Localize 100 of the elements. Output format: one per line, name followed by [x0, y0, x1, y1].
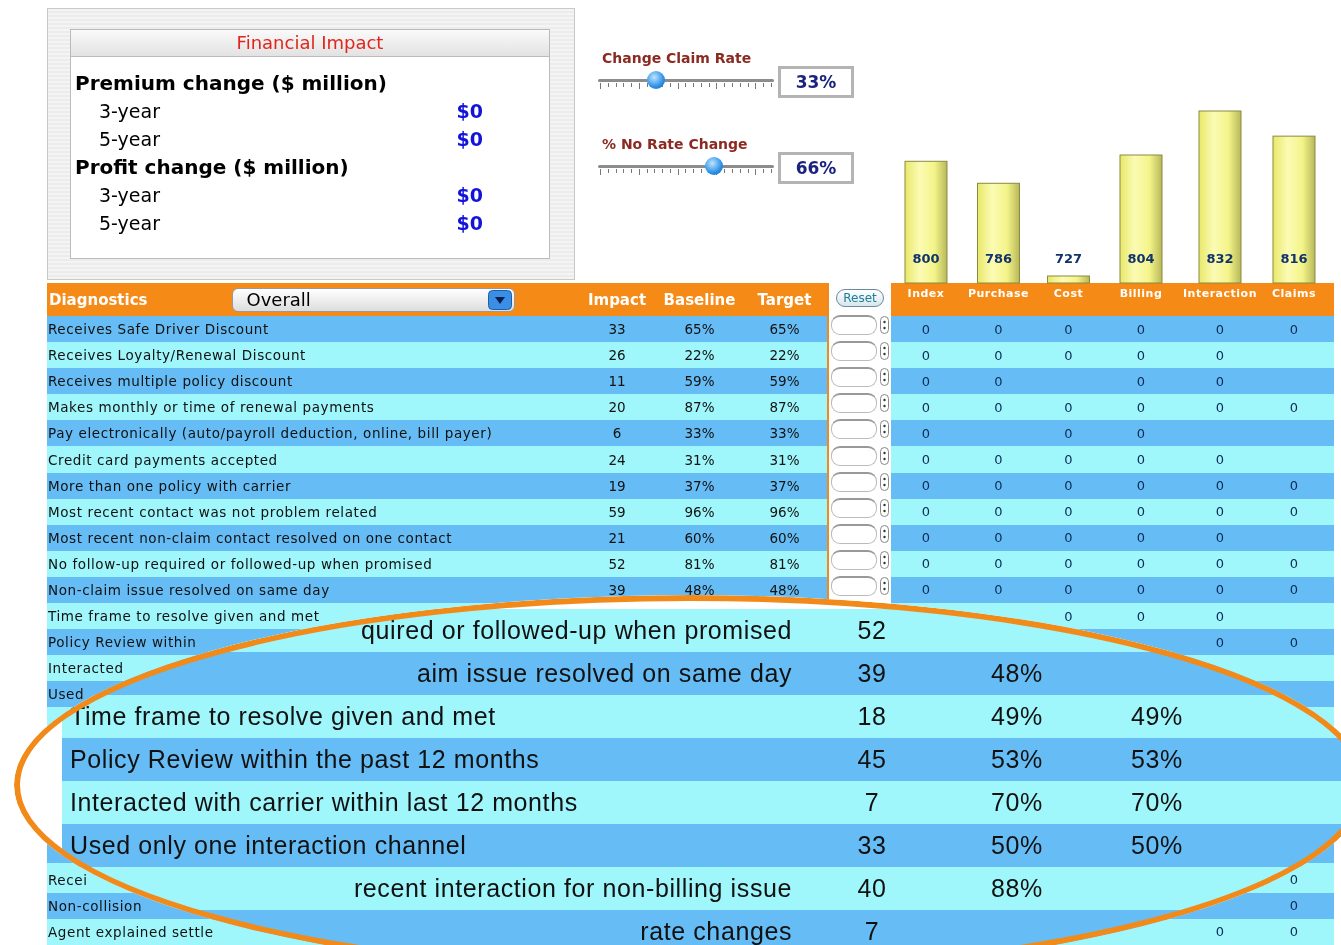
row-label: recent interaction for non-billing issue	[353, 874, 792, 902]
baseline-cell: 49%	[991, 702, 1043, 730]
row-label: Non-collision	[47, 897, 143, 914]
score-cell: 0	[1289, 924, 1299, 940]
score-cell: 0	[1289, 399, 1299, 415]
row-label: Used only one interaction channel	[70, 831, 467, 859]
column-header: Diagnostics	[49, 290, 148, 309]
row-label: Most recent non-claim contact resolved on one contact	[47, 529, 453, 546]
baseline-cell-text: 22%	[683, 347, 716, 364]
stepper-icon[interactable]	[880, 472, 889, 491]
baseline-cell: 53%	[991, 745, 1043, 773]
reset-button[interactable]: Reset	[836, 289, 884, 307]
target-cell-text: 33%	[768, 425, 801, 442]
target-cell-text: 59%	[768, 373, 801, 390]
row-label: Policy Review within the past 12 months	[70, 745, 540, 773]
score-cell: 0	[1064, 321, 1073, 337]
impact-cell-text: 52	[607, 555, 627, 572]
impact-cell: 7	[864, 788, 880, 816]
stepper-icon[interactable]	[880, 550, 889, 569]
score-cell: 0	[1064, 452, 1073, 467]
stepper-icon[interactable]	[880, 524, 889, 543]
row-label: Agent explained settle	[47, 923, 214, 940]
bar-value: 832	[1206, 251, 1234, 266]
impact-cell-text: 26	[607, 347, 627, 364]
value-input[interactable]	[831, 393, 877, 414]
value-input[interactable]	[831, 419, 877, 440]
row-label: aim issue resolved on same day	[416, 659, 792, 687]
baseline-cell-text: 60%	[683, 529, 716, 546]
slider-value: 66%	[778, 152, 854, 184]
impact-cell-text: 20	[607, 399, 627, 416]
segment-dropdown[interactable]: Overall	[231, 287, 515, 312]
row-label: rate changes	[640, 917, 792, 945]
row-label: Policy Review within	[47, 634, 197, 651]
bar-value: 800	[912, 251, 940, 266]
row-label: Interacted with carrier within last 12 months	[70, 788, 578, 816]
column-header: Cost	[1053, 287, 1084, 300]
value-input[interactable]	[831, 523, 877, 544]
score-cell: 0	[994, 530, 1003, 546]
score-cell: 0	[1289, 556, 1299, 572]
target-cell-text: 37%	[768, 477, 801, 494]
slider[interactable]	[598, 159, 774, 177]
impact-cell-text: 19	[607, 477, 627, 494]
slider-thumb[interactable]	[705, 157, 724, 175]
impact-cell: 39	[857, 659, 887, 687]
value-input[interactable]	[831, 341, 877, 362]
score-cell: 0	[921, 452, 931, 467]
section-heading: Premium change ($ million)	[74, 70, 388, 97]
value-input[interactable]	[831, 445, 877, 466]
target-cell-text: 31%	[768, 451, 801, 468]
slider-thumb[interactable]	[647, 71, 666, 89]
value-input[interactable]	[831, 471, 877, 492]
column-header: Billing	[1119, 287, 1163, 300]
stepper-icon[interactable]	[880, 394, 889, 413]
score-cell: 0	[1136, 399, 1146, 415]
row-label: Interacted	[47, 660, 124, 677]
value-input[interactable]	[831, 315, 877, 336]
target-cell-text: 96%	[768, 503, 801, 520]
impact-cell: 40	[857, 874, 887, 902]
score-cell: 0	[1064, 399, 1073, 415]
stepper-icon[interactable]	[880, 498, 889, 517]
score-cell: 0	[921, 347, 931, 363]
score-cell: 0	[1289, 582, 1299, 598]
period-label: 5-year	[99, 127, 160, 152]
value-input[interactable]	[831, 576, 877, 596]
row-label: Used	[47, 686, 85, 703]
score-cell: 0	[994, 399, 1003, 415]
row-label: Makes monthly or time of renewal payments	[47, 399, 375, 416]
target-cell: 70%	[1131, 788, 1183, 816]
stepper-icon[interactable]	[880, 420, 889, 439]
score-cell: 0	[994, 556, 1003, 572]
score-cell: 0	[994, 504, 1003, 520]
value-input[interactable]	[831, 367, 877, 388]
score-cell: 0	[1136, 321, 1146, 337]
score-cell: 0	[994, 373, 1003, 389]
stepper-icon[interactable]	[880, 368, 889, 387]
score-cell: 0	[921, 399, 931, 415]
value-input[interactable]	[831, 549, 877, 570]
column-header: Target	[756, 290, 813, 309]
score-cell: 0	[1215, 399, 1225, 415]
stepper-icon[interactable]	[880, 316, 889, 335]
score-cell: 0	[1136, 452, 1146, 467]
amount-value: $0	[456, 183, 483, 208]
baseline-cell-text: 87%	[683, 399, 716, 416]
value-input[interactable]	[831, 497, 877, 518]
baseline-cell-text: 81%	[683, 555, 716, 572]
amount-value: $0	[456, 127, 483, 152]
row-label: Most recent contact was not problem related	[47, 503, 378, 520]
row-label: Receives Loyalty/Renewal Discount	[47, 347, 306, 364]
stepper-icon[interactable]	[880, 342, 889, 361]
row-label: quired or followed-up when promised	[361, 616, 792, 644]
amount-value: $0	[456, 211, 483, 236]
baseline-cell-text: 31%	[683, 451, 716, 468]
slider[interactable]	[598, 73, 774, 91]
score-cell: 0	[994, 452, 1003, 467]
score-cell: 0	[1289, 321, 1299, 337]
target-cell-text: 81%	[768, 555, 801, 572]
stepper-icon[interactable]	[880, 577, 889, 595]
row-label: Time frame to resolve given and met	[47, 608, 320, 625]
stepper-icon[interactable]	[880, 446, 889, 465]
score-cell: 0	[921, 504, 931, 520]
